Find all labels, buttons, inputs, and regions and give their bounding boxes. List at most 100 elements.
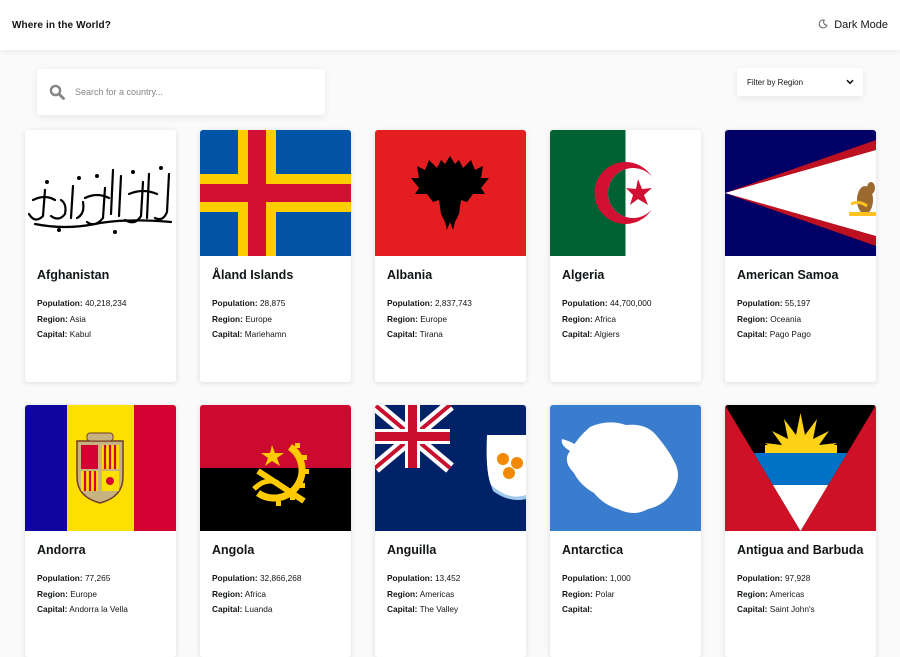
region-value: Europe	[420, 313, 447, 324]
population-label: Population:	[737, 573, 783, 583]
capital-label: Capital:	[37, 329, 68, 340]
capital-value: Kabul	[69, 329, 91, 340]
american-samoa-flag-icon	[725, 130, 876, 256]
afghanistan-flag-icon	[25, 130, 176, 256]
country-card[interactable]: Antigua and Barbuda Population: 97,928 R…	[725, 405, 876, 657]
country-name: Åland Islands	[212, 268, 294, 282]
country-card[interactable]: Albania Population: 2,837,743 Region: Eu…	[375, 130, 526, 382]
country-card[interactable]: Algeria Population: 44,700,000 Region: A…	[550, 130, 701, 382]
region-value: Europe	[70, 588, 97, 599]
search-box[interactable]	[37, 69, 325, 115]
country-card[interactable]: Antarctica Population: 1,000 Region: Pol…	[550, 405, 701, 657]
country-name: Angola	[212, 543, 255, 557]
search-icon	[37, 84, 77, 100]
population-value: 44,700,000	[609, 298, 652, 308]
population-label: Population:	[212, 298, 258, 308]
chevron-down-icon	[846, 78, 854, 87]
population-value: 32,866,268	[259, 573, 302, 583]
country-name: Anguilla	[387, 543, 437, 557]
region-label: Region:	[737, 313, 768, 324]
anguilla-flag-icon	[375, 405, 526, 531]
region-value: Oceania	[770, 313, 802, 324]
country-card[interactable]: Angola Population: 32,866,268 Region: Af…	[200, 405, 351, 657]
capital-value: Tirana	[419, 329, 443, 340]
region-filter-select[interactable]: Filter by Region	[737, 68, 863, 96]
country-card[interactable]: Afghanistan Population: 40,218,234 Regio…	[25, 130, 176, 382]
capital-label: Capital:	[212, 329, 243, 340]
country-name: Algeria	[562, 268, 605, 282]
region-value: Polar	[595, 588, 615, 599]
aland-flag-icon	[200, 130, 351, 256]
country-name: Afghanistan	[37, 268, 110, 282]
region-label: Region:	[562, 588, 593, 599]
region-label: Region:	[212, 588, 243, 599]
population-value: 40,218,234	[84, 298, 127, 308]
population-label: Population:	[387, 573, 433, 583]
population-label: Population:	[562, 573, 608, 583]
algeria-flag-icon	[550, 130, 701, 256]
population-value: 55,197	[784, 298, 811, 308]
region-value: Asia	[69, 313, 86, 324]
region-label: Region:	[737, 588, 768, 599]
region-label: Region:	[37, 588, 68, 599]
capital-label: Capital:	[562, 604, 593, 615]
capital-label: Capital:	[562, 329, 593, 340]
country-name: American Samoa	[737, 268, 839, 282]
region-filter-label: Filter by Region	[747, 77, 804, 87]
region-label: Region:	[37, 313, 68, 324]
population-value: 97,928	[784, 573, 811, 583]
region-label: Region:	[387, 313, 418, 324]
andorra-flag-icon	[25, 405, 176, 531]
capital-value: Andorra la Vella	[69, 604, 128, 615]
population-label: Population:	[562, 298, 608, 308]
capital-label: Capital:	[387, 329, 418, 340]
region-value: Africa	[244, 588, 266, 599]
country-name: Antigua and Barbuda	[737, 543, 864, 557]
country-card[interactable]: Åland Islands Population: 28,875 Region:…	[200, 130, 351, 382]
population-value: 77,265	[84, 573, 111, 583]
country-card[interactable]: Andorra Population: 77,265 Region: Europ…	[25, 405, 176, 657]
region-value: Europe	[245, 313, 272, 324]
angola-flag-icon	[200, 405, 351, 531]
capital-value: Pago Pago	[769, 329, 811, 340]
country-name: Albania	[387, 268, 433, 282]
capital-label: Capital:	[387, 604, 418, 615]
population-value: 1,000	[609, 573, 631, 583]
region-value: Americas	[419, 588, 455, 599]
capital-label: Capital:	[737, 604, 768, 615]
antigua-flag-icon	[725, 405, 876, 531]
country-card[interactable]: American Samoa Population: 55,197 Region…	[725, 130, 876, 382]
dark-mode-label: Dark Mode	[834, 19, 888, 31]
population-label: Population:	[37, 573, 83, 583]
population-label: Population:	[37, 298, 83, 308]
capital-label: Capital:	[37, 604, 68, 615]
country-name: Andorra	[37, 543, 86, 557]
population-label: Population:	[387, 298, 433, 308]
capital-label: Capital:	[737, 329, 768, 340]
region-label: Region:	[562, 313, 593, 324]
country-name: Antarctica	[562, 543, 624, 557]
population-value: 13,452	[434, 573, 461, 583]
capital-value: Saint John's	[769, 604, 815, 615]
app-title: Where in the World?	[12, 19, 111, 31]
capital-value: Luanda	[244, 604, 273, 615]
moon-icon	[818, 19, 828, 32]
search-input[interactable]	[75, 87, 295, 97]
population-label: Population:	[737, 298, 783, 308]
albania-flag-icon	[375, 130, 526, 256]
app-header: Where in the World? Dark Mode	[0, 0, 900, 50]
country-card[interactable]: Anguilla Population: 13,452 Region: Amer…	[375, 405, 526, 657]
capital-value: Algiers	[594, 329, 620, 340]
capital-label: Capital:	[212, 604, 243, 615]
capital-value: The Valley	[419, 604, 459, 615]
population-label: Population:	[212, 573, 258, 583]
region-label: Region:	[212, 313, 243, 324]
region-value: Americas	[769, 588, 805, 599]
population-value: 28,875	[259, 298, 286, 308]
dark-mode-toggle[interactable]: Dark Mode	[818, 19, 888, 32]
antarctica-flag-icon	[550, 405, 701, 531]
population-value: 2,837,743	[434, 298, 472, 308]
region-value: Africa	[594, 313, 616, 324]
region-label: Region:	[387, 588, 418, 599]
capital-value: Mariehamn	[244, 329, 287, 340]
